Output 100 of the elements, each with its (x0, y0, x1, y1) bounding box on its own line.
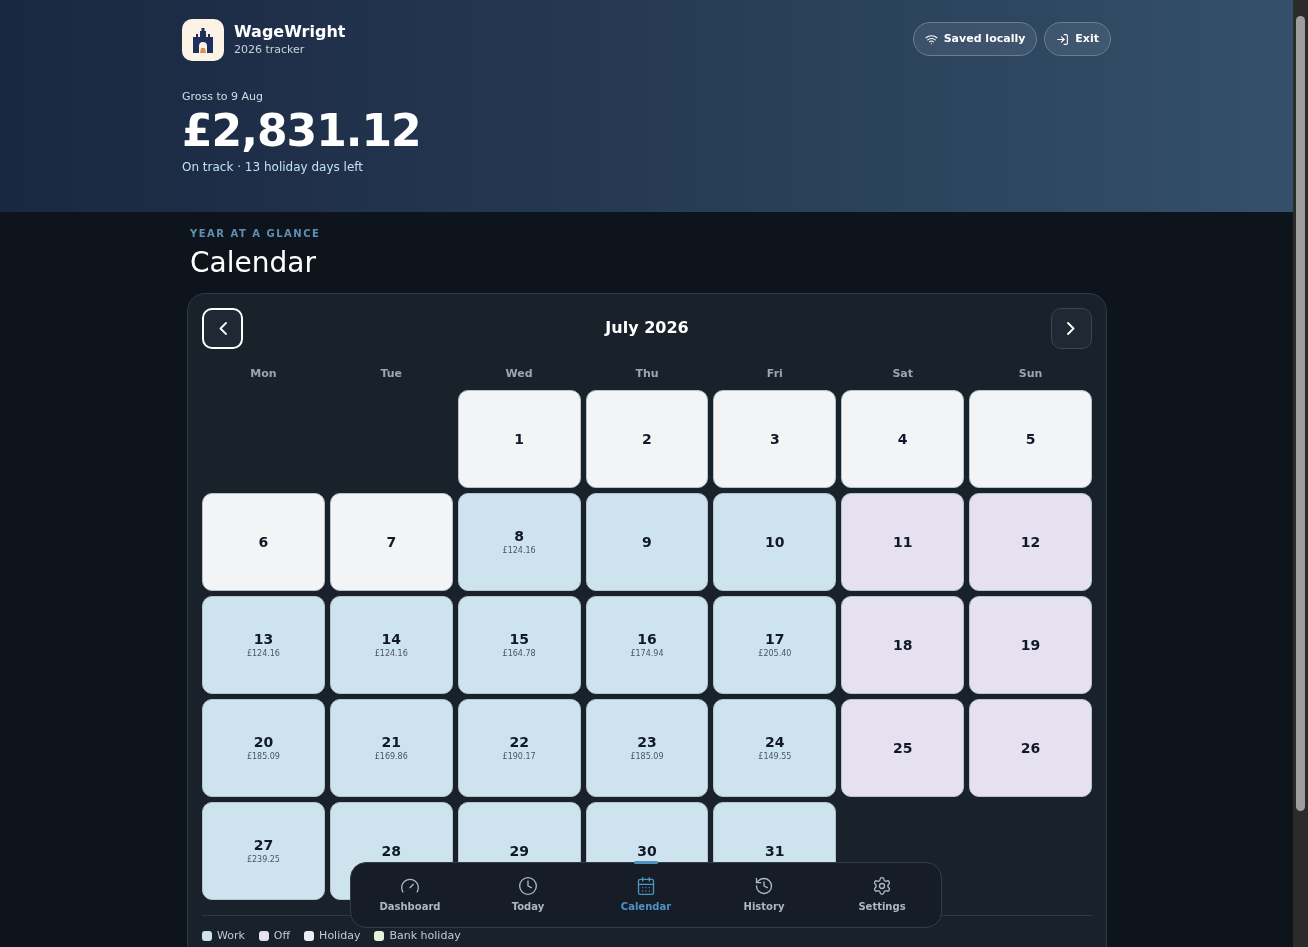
day-number: 27 (253, 836, 274, 854)
calendar-day[interactable]: 12 (969, 493, 1092, 591)
day-number: 9 (642, 533, 652, 551)
exit-icon (1056, 32, 1070, 46)
scrollbar-thumb[interactable] (1296, 16, 1305, 811)
weekday-label: Sun (1018, 366, 1043, 382)
day-number: 11 (892, 533, 913, 551)
day-amount: £174.94 (630, 648, 664, 660)
day-number: 12 (1020, 533, 1041, 551)
day-number: 3 (769, 430, 780, 448)
day-amount: £239.25 (246, 854, 280, 866)
day-amount: £124.16 (502, 545, 536, 557)
day-amount: £169.86 (374, 751, 408, 763)
day-number: 23 (637, 733, 657, 751)
day-number: 2 (642, 430, 652, 448)
weekday-label: Sat (892, 366, 913, 382)
history-icon (754, 876, 774, 896)
chevron-left-icon (218, 321, 227, 335)
calendar-day[interactable]: 19 (969, 596, 1092, 694)
legend-label: Holiday (319, 929, 361, 943)
calendar-day[interactable]: 1 (457, 390, 581, 488)
section-eyebrow: YEAR AT A GLANCE (190, 228, 322, 240)
scrollbar[interactable] (1293, 0, 1308, 947)
calendar-day[interactable]: 4 (841, 390, 965, 488)
day-number: 26 (1020, 739, 1041, 757)
summary-caption: Gross to 9 Aug (182, 90, 264, 104)
calendar-day[interactable]: 10 (713, 493, 837, 591)
legend-label: Off (273, 929, 291, 943)
calendar-day[interactable]: 11 (841, 493, 965, 591)
calendar-day[interactable]: 18 (841, 596, 965, 694)
app-name: WageWright (234, 22, 346, 42)
next-month-button[interactable] (1051, 307, 1092, 349)
day-number: 14 (381, 630, 401, 648)
day-number: 6 (258, 533, 269, 551)
weekday-label: Thu (635, 366, 659, 382)
day-number: 13 (253, 630, 274, 648)
legend-label: Bank holiday (389, 929, 461, 943)
day-number: 31 (765, 842, 785, 860)
exit-button[interactable]: Exit (1044, 22, 1111, 56)
calendar-day[interactable]: 9 (585, 493, 709, 591)
day-number: 5 (1025, 430, 1036, 448)
calendar-day[interactable]: 20 £185.09 (202, 699, 325, 797)
day-amount: £185.09 (246, 751, 280, 763)
calendar-day[interactable]: 7 (329, 493, 453, 591)
calendar-day[interactable]: 25 (841, 699, 965, 797)
day-amount: £124.16 (374, 648, 408, 660)
calendar-day[interactable]: 14 £124.16 (329, 596, 453, 694)
calendar-day[interactable]: 8 £124.16 (457, 493, 581, 591)
day-amount: £124.16 (246, 648, 280, 660)
calendar-day[interactable]: 17 £205.40 (713, 596, 837, 694)
day-number: 7 (386, 533, 397, 551)
legend-label: Work (217, 929, 245, 943)
day-number: 8 (514, 527, 524, 545)
weekday-label: Mon (250, 366, 277, 382)
calendar-day[interactable]: 16 £174.94 (585, 596, 709, 694)
day-number: 15 (509, 630, 529, 648)
settings-icon (872, 876, 892, 896)
app-subtitle: 2026 tracker (234, 42, 306, 58)
calendar-day[interactable]: 24 £149.55 (713, 699, 837, 797)
status-text: On track · 13 holiday days left (182, 159, 364, 175)
day-number: 24 (765, 733, 785, 751)
calendar-day[interactable]: 27 £239.25 (202, 802, 325, 900)
day-number: 17 (765, 630, 785, 648)
day-number: 29 (509, 842, 529, 860)
calendar-day[interactable]: 3 (713, 390, 837, 488)
app-logo (182, 19, 224, 61)
calendar-day[interactable]: 23 £185.09 (585, 699, 709, 797)
day-number: 22 (509, 733, 529, 751)
day-number: 28 (381, 842, 401, 860)
calendar-day[interactable]: 26 (969, 699, 1092, 797)
saved-status-button[interactable]: Saved locally (912, 22, 1038, 56)
clock-icon (518, 876, 538, 896)
active-indicator (634, 861, 658, 864)
day-number: 19 (1020, 636, 1041, 654)
day-amount: £164.78 (502, 648, 536, 660)
day-amount: £205.40 (758, 648, 792, 660)
calendar-day[interactable]: 2 (585, 390, 709, 488)
calendar-day[interactable]: 22 £190.17 (457, 699, 581, 797)
month-title: July 2026 (605, 317, 689, 339)
calendar-day[interactable]: 13 £124.16 (202, 596, 325, 694)
calendar-day[interactable]: 5 (969, 390, 1092, 488)
day-amount: £190.17 (502, 751, 536, 763)
day-amount: £149.55 (758, 751, 792, 763)
day-number: 21 (381, 733, 401, 751)
previous-month-button[interactable] (202, 307, 243, 349)
calendar-day[interactable]: 21 £169.86 (329, 699, 453, 797)
calendar-icon (636, 876, 656, 896)
day-number: 1 (514, 430, 524, 448)
day-number: 20 (253, 733, 274, 751)
day-number: 25 (892, 739, 913, 757)
calendar-day[interactable]: 6 (202, 493, 325, 591)
day-amount: £185.09 (630, 751, 664, 763)
weekday-label: Tue (380, 366, 403, 382)
day-number: 16 (637, 630, 657, 648)
day-number: 18 (892, 636, 913, 654)
weekday-label: Wed (505, 366, 533, 382)
calendar-day[interactable]: 15 £164.78 (457, 596, 581, 694)
wifi-icon (924, 32, 938, 46)
day-number: 30 (637, 842, 657, 860)
chevron-right-icon (1067, 321, 1076, 335)
